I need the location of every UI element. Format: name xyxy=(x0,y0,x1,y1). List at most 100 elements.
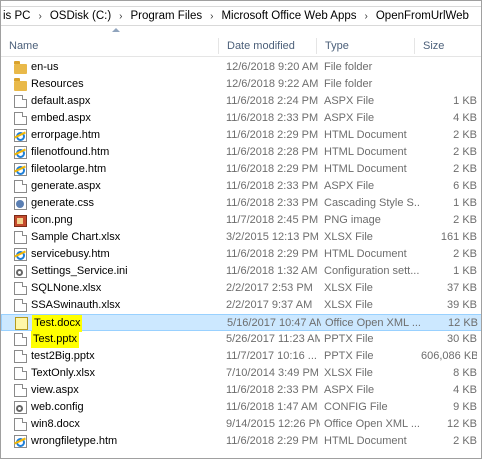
file-name-cell[interactable]: filenotfound.htm xyxy=(14,144,224,161)
file-row[interactable]: filetoolarge.htm 11/6/2018 2:29 PM HTML Do… xyxy=(1,161,481,178)
file-name: wrongfiletype.htm xyxy=(31,435,118,447)
file-name-cell[interactable]: Sample Chart.xlsx xyxy=(14,229,224,246)
file-row[interactable]: Resources 12/6/2018 9:22 AM File folder xyxy=(1,76,481,93)
column-header-name[interactable]: Name xyxy=(1,35,219,57)
file-name: SSASwinauth.xlsx xyxy=(31,299,121,311)
file-row[interactable]: en-us 12/6/2018 9:20 AM File folder xyxy=(1,59,481,76)
file-name-cell[interactable]: wrongfiletype.htm xyxy=(14,433,224,450)
file-row[interactable]: Settings_Service.ini 11/6/2018 1:32 AM Con… xyxy=(1,263,481,280)
breadcrumb-item-osdisk[interactable]: OSDisk (C:) xyxy=(48,10,113,22)
image-icon xyxy=(14,214,27,227)
file-row[interactable]: servicebusy.htm 11/6/2018 2:29 PM HTML Doc… xyxy=(1,246,481,263)
file-name-cell[interactable]: SSASwinauth.xlsx xyxy=(14,297,224,314)
file-row[interactable]: Test.docx 5/16/2017 10:47 AM Office Open X… xyxy=(1,314,481,332)
file-name-cell[interactable]: default.aspx xyxy=(14,93,224,110)
file-row[interactable]: Test.pptx 5/26/2017 11:23 AM PPTX File 30 K… xyxy=(1,331,481,348)
file-type: ASPX File xyxy=(324,112,375,124)
file-name: filetoolarge.htm xyxy=(31,163,107,175)
file-name: Settings_Service.ini xyxy=(31,265,128,277)
file-size: 6 KB xyxy=(453,180,477,192)
file-name: Resources xyxy=(31,78,84,90)
file-type: File folder xyxy=(324,78,373,90)
file-row[interactable]: Sample Chart.xlsx 3/2/2015 12:13 PM XLSX F… xyxy=(1,229,481,246)
file-size: 2 KB xyxy=(453,248,477,260)
file-name-cell[interactable]: servicebusy.htm xyxy=(14,246,224,263)
file-date: 3/2/2015 12:13 PM xyxy=(226,231,319,243)
file-name: icon.png xyxy=(31,214,73,226)
file-icon xyxy=(14,333,27,346)
file-name-cell[interactable]: generate.css xyxy=(14,195,224,212)
file-name: test2Big.pptx xyxy=(31,350,95,362)
file-row[interactable]: SQLNone.xlsx 2/2/2017 2:53 PM XLSX File 37 … xyxy=(1,280,481,297)
file-row[interactable]: embed.aspx 11/6/2018 2:33 PM ASPX File 4 KB xyxy=(1,110,481,127)
file-date: 5/26/2017 11:23 AM xyxy=(226,333,320,345)
file-name-cell[interactable]: view.aspx xyxy=(14,382,224,399)
chevron-right-icon[interactable]: › xyxy=(32,11,47,22)
column-header-row: Name Date modified Type Size xyxy=(1,35,481,57)
file-row[interactable]: generate.aspx 11/6/2018 2:33 PM ASPX File 6… xyxy=(1,178,481,195)
file-date: 11/6/2018 2:33 PM xyxy=(226,180,319,192)
file-name-cell[interactable]: Resources xyxy=(14,76,224,93)
file-name-cell[interactable]: Test.pptx xyxy=(14,331,224,348)
file-name-cell[interactable]: SQLNone.xlsx xyxy=(14,280,224,297)
file-size: 1 KB xyxy=(453,197,477,209)
column-header-date[interactable]: Date modified xyxy=(219,35,317,57)
file-row[interactable]: test2Big.pptx 11/7/2017 10:16 ... PPTX Fil… xyxy=(1,348,481,365)
file-name-cell[interactable]: generate.aspx xyxy=(14,178,224,195)
breadcrumb-item-office-web-apps[interactable]: Microsoft Office Web Apps xyxy=(219,10,358,22)
file-date: 11/6/2018 1:47 AM xyxy=(226,401,318,413)
file-type: ASPX File xyxy=(324,384,375,396)
file-icon xyxy=(14,180,27,193)
file-row[interactable]: win8.docx 9/14/2015 12:26 PM Office Open X… xyxy=(1,416,481,433)
file-row[interactable]: TextOnly.xlsx 7/10/2014 3:49 PM XLSX File 8… xyxy=(1,365,481,382)
file-name-cell[interactable]: Settings_Service.ini xyxy=(14,263,224,280)
file-size xyxy=(421,59,477,76)
breadcrumb-item-this-pc[interactable]: is PC xyxy=(1,10,32,22)
file-date: 11/6/2018 2:29 PM xyxy=(226,435,319,447)
file-name-cell[interactable]: Test.docx xyxy=(15,315,225,332)
file-type: XLSX File xyxy=(324,299,373,311)
file-name: filenotfound.htm xyxy=(31,146,110,158)
file-row[interactable]: wrongfiletype.htm 11/6/2018 2:29 PM HTML D… xyxy=(1,433,481,450)
file-row[interactable]: view.aspx 11/6/2018 2:33 PM ASPX File 4 KB xyxy=(1,382,481,399)
file-row[interactable]: errorpage.htm 11/6/2018 2:29 PM HTML Docum… xyxy=(1,127,481,144)
file-type: Office Open XML ... xyxy=(324,418,419,430)
file-name-cell[interactable]: en-us xyxy=(14,59,224,76)
file-name-cell[interactable]: filetoolarge.htm xyxy=(14,161,224,178)
file-date: 11/6/2018 2:29 PM xyxy=(226,163,319,175)
breadcrumb[interactable]: is PC › OSDisk (C:) › Program Files › Mi… xyxy=(1,6,481,26)
sort-ascending-icon xyxy=(112,28,120,32)
file-size: 2 KB xyxy=(453,129,477,141)
file-row[interactable]: filenotfound.htm 11/6/2018 2:28 PM HTML Do… xyxy=(1,144,481,161)
breadcrumb-item-openfromurlweb[interactable]: OpenFromUrlWeb xyxy=(374,10,471,22)
file-name-cell[interactable]: icon.png xyxy=(14,212,224,229)
file-name: Sample Chart.xlsx xyxy=(31,231,121,243)
file-date: 9/14/2015 12:26 PM xyxy=(226,418,320,430)
file-row[interactable]: generate.css 11/6/2018 2:33 PM Cascading S… xyxy=(1,195,481,212)
file-date: 11/6/2018 2:33 PM xyxy=(226,112,319,124)
chevron-right-icon[interactable]: › xyxy=(359,11,374,22)
file-type: CONFIG File xyxy=(324,401,388,413)
file-row[interactable]: icon.png 11/7/2018 2:45 PM PNG image 2 KB xyxy=(1,212,481,229)
file-name-cell[interactable]: win8.docx xyxy=(14,416,224,433)
file-type: Office Open XML ... xyxy=(325,317,420,329)
file-row[interactable]: web.config 11/6/2018 1:47 AM CONFIG File 9 … xyxy=(1,399,481,416)
file-row[interactable]: SSASwinauth.xlsx 2/2/2017 9:37 AM XLSX Fil… xyxy=(1,297,481,314)
chevron-right-icon[interactable]: › xyxy=(204,11,219,22)
breadcrumb-item-program-files[interactable]: Program Files xyxy=(129,10,205,22)
file-name-cell[interactable]: test2Big.pptx xyxy=(14,348,224,365)
file-size: 2 KB xyxy=(453,214,477,226)
file-name-cell[interactable]: web.config xyxy=(14,399,224,416)
file-size: 2 KB xyxy=(453,146,477,158)
file-name-cell[interactable]: embed.aspx xyxy=(14,110,224,127)
chevron-right-icon[interactable]: › xyxy=(113,11,128,22)
file-name: Test.pptx xyxy=(31,331,80,348)
column-header-size[interactable]: Size xyxy=(415,35,481,57)
file-row[interactable]: default.aspx 11/6/2018 2:24 PM ASPX File 1 … xyxy=(1,93,481,110)
file-date: 7/10/2014 3:49 PM xyxy=(226,367,319,379)
file-name-cell[interactable]: errorpage.htm xyxy=(14,127,224,144)
file-size: 2 KB xyxy=(453,435,477,447)
folder-icon xyxy=(14,77,27,91)
column-header-type[interactable]: Type xyxy=(317,35,415,57)
file-name-cell[interactable]: TextOnly.xlsx xyxy=(14,365,224,382)
